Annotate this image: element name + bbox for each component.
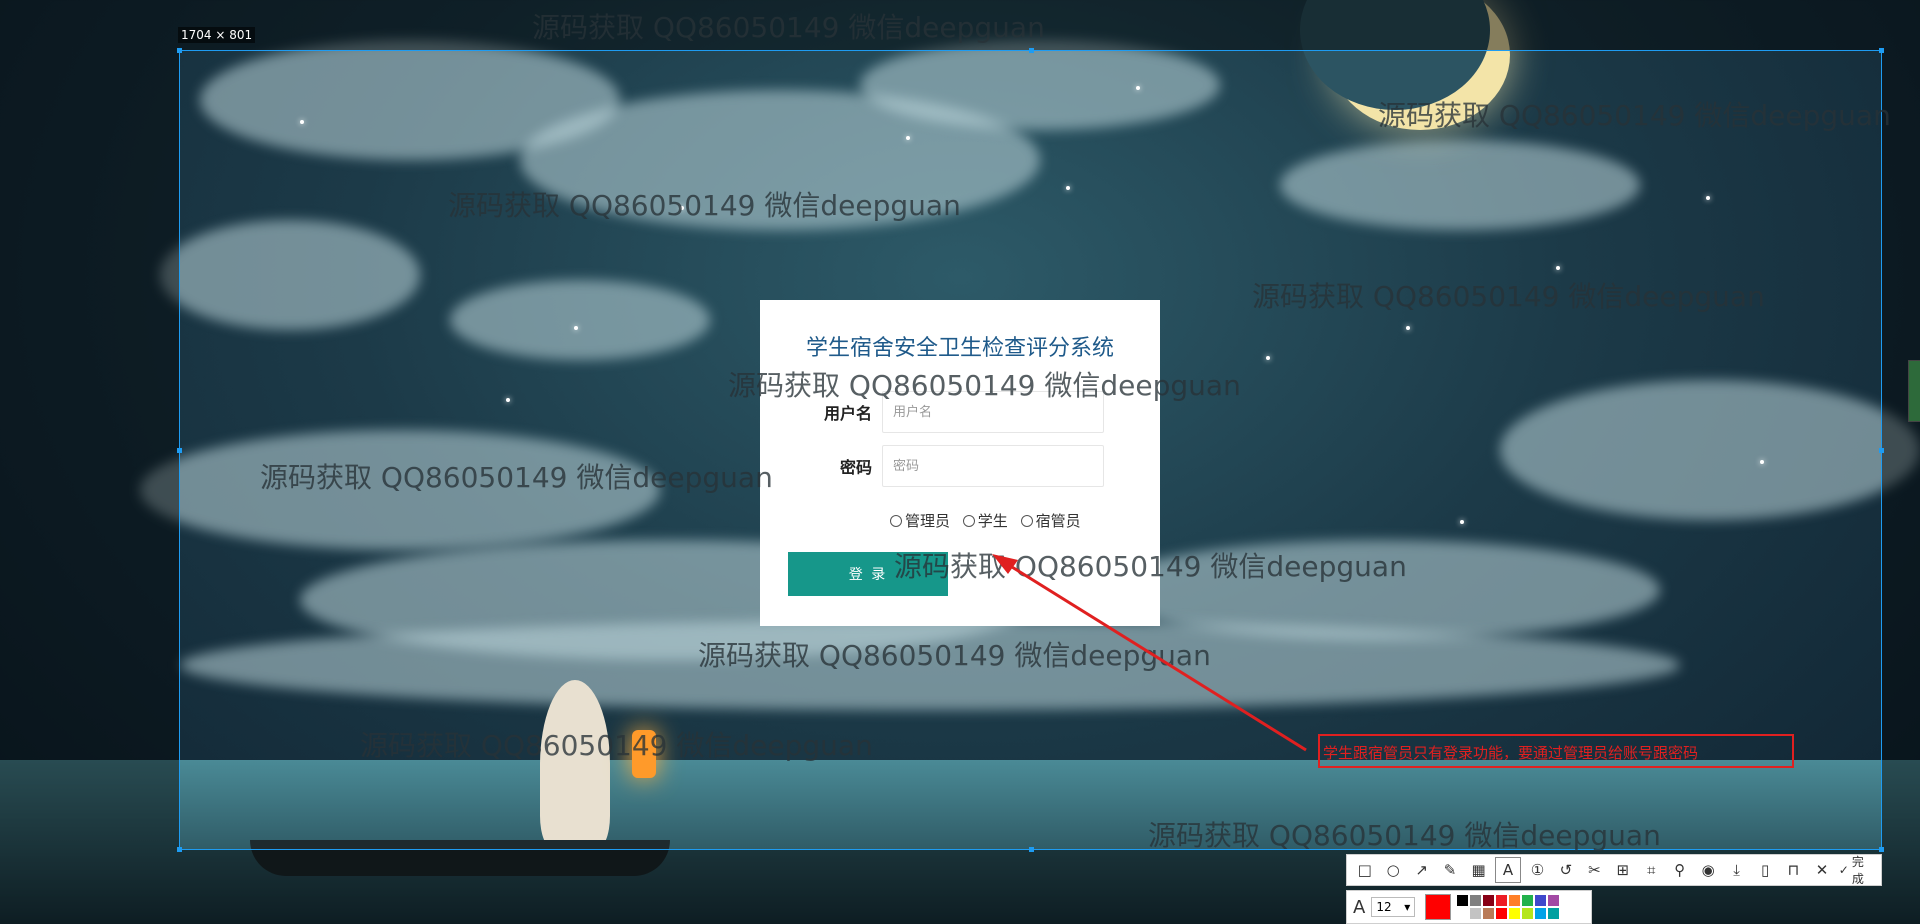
radio-circle-icon [1020,515,1033,527]
color-swatch[interactable] [1496,895,1508,906]
watermark-text: 源码获取 QQ86050149 微信deepguan [360,729,873,762]
bookmark-icon[interactable]: ⊓ [1782,858,1805,882]
watermark-text: 源码获取 QQ86050149 微信deepguan [1378,99,1891,132]
color-swatch[interactable] [1535,895,1547,906]
role-radio-dorm-manager[interactable]: 宿管员 [1020,510,1081,531]
color-swatch[interactable] [1548,908,1560,919]
color-swatch[interactable] [1522,895,1534,906]
watermark-text: 源码获取 QQ86050149 微信deepguan [728,369,1241,402]
color-swatch[interactable] [1470,895,1482,906]
close-icon[interactable]: ✕ [1810,858,1833,882]
download-icon[interactable]: ⤓ [1725,858,1748,882]
capture-dim-left [0,0,179,924]
pen-icon[interactable]: ✎ [1438,858,1461,882]
text-style-toolbar: A 12 ▾ [1346,890,1592,924]
capture-dim-right [1882,0,1920,924]
color-swatch[interactable] [1457,895,1469,906]
number-icon[interactable]: ① [1526,858,1549,882]
color-swatch[interactable] [1496,908,1508,919]
mosaic-icon[interactable]: ▦ [1467,858,1490,882]
radio-circle-icon [890,515,902,527]
check-icon: ✓ [1838,863,1849,877]
resize-handle[interactable] [177,448,182,453]
role-radio-admin[interactable]: 管理员 [890,510,950,531]
color-swatch[interactable] [1509,895,1521,906]
role-radio-group: 管理员 学生 宿管员 [890,510,1089,531]
arrow-icon[interactable]: ↗ [1410,858,1433,882]
cut-icon[interactable]: ✂ [1583,858,1606,882]
scan-icon[interactable]: ⌗ [1640,858,1663,882]
watermark-text: 源码获取 QQ86050149 微信deepguan [532,11,1045,44]
resize-handle[interactable] [1879,448,1884,453]
watermark-text: 源码获取 QQ86050149 微信deepguan [698,639,1211,672]
color-swatch[interactable] [1457,908,1469,919]
rectangle-icon[interactable]: □ [1353,858,1376,882]
screenshot-toolbar: □ ○ ↗ ✎ ▦ A ① ↺ ✂ ⊞ ⌗ ⚲ ◉ ⤓ ▯ ⊓ ✕ ✓ 完成 [1346,854,1882,886]
radio-circle-icon [962,515,975,527]
record-icon[interactable]: ◉ [1696,858,1719,882]
resize-handle[interactable] [1879,847,1884,852]
watermark-text: 源码获取 QQ86050149 微信deepguan [448,189,961,222]
ocr-icon[interactable]: ⊞ [1611,858,1634,882]
annotation-text: 学生跟宿管员只有登录功能，要通过管理员给账号跟密码 [1323,744,1699,762]
color-swatch[interactable] [1483,908,1495,919]
login-title: 学生宿舍安全卫生检查评分系统 [805,336,1114,361]
scroll-indicator [1908,360,1920,422]
font-icon: A [1353,896,1366,918]
text-icon[interactable]: A [1495,857,1521,883]
color-swatch[interactable] [1483,895,1495,906]
selection-size-label: 1704 × 801 [178,27,256,43]
undo-icon[interactable]: ↺ [1554,858,1577,882]
watermark-text: 源码获取 QQ86050149 微信deepguan [894,550,1407,583]
resize-handle[interactable] [177,48,182,53]
pin-icon[interactable]: ⚲ [1668,858,1691,882]
color-palette [1457,895,1560,919]
current-color-swatch[interactable] [1425,894,1452,920]
color-swatch[interactable] [1470,908,1482,919]
color-swatch[interactable] [1535,908,1547,919]
color-swatch[interactable] [1509,908,1521,919]
chevron-down-icon: ▾ [1404,900,1411,914]
role-radio-student[interactable]: 学生 [962,510,1008,531]
password-input[interactable] [882,445,1104,487]
watermark-text: 源码获取 QQ86050149 微信deepguan [1252,280,1765,313]
resize-handle[interactable] [177,847,182,852]
watermark-text: 源码获取 QQ86050149 微信deepguan [260,461,773,494]
finish-button[interactable]: ✓ 完成 [1839,853,1875,887]
password-label: 密码 [840,458,873,477]
watermark-text: 源码获取 QQ86050149 微信deepguan [1148,819,1661,852]
resize-handle[interactable] [1879,48,1884,53]
ellipse-icon[interactable]: ○ [1381,858,1404,882]
color-swatch[interactable] [1522,908,1534,919]
color-swatch[interactable] [1548,895,1560,906]
resize-handle[interactable] [1029,847,1034,852]
save-icon[interactable]: ▯ [1753,858,1776,882]
resize-handle[interactable] [1029,48,1034,53]
font-size-select[interactable]: 12 ▾ [1371,897,1416,917]
